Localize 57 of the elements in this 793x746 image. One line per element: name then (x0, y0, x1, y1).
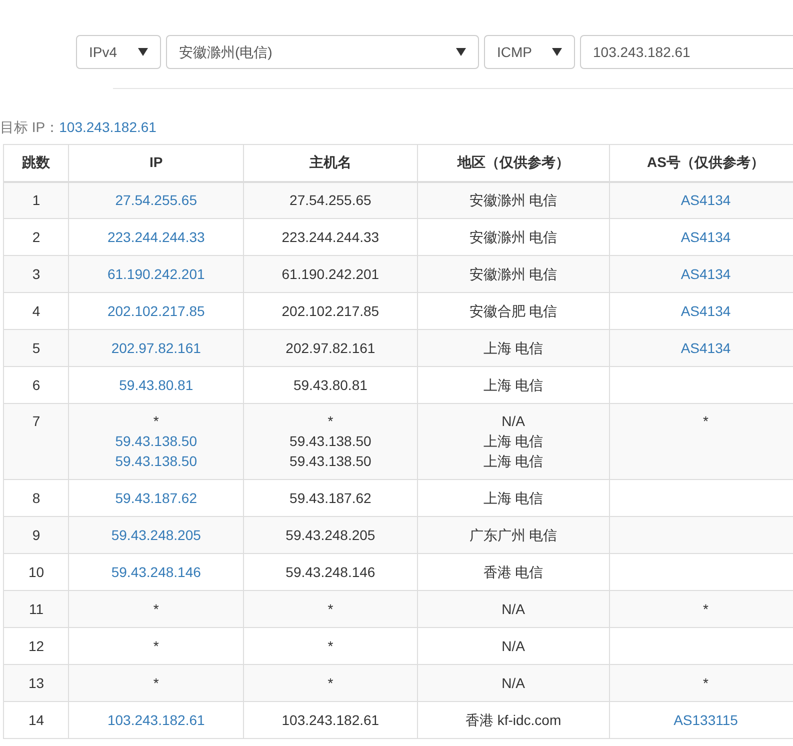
link[interactable]: AS4134 (680, 264, 731, 284)
cell-text: N/A (502, 412, 525, 431)
link[interactable]: AS4134 (680, 301, 731, 321)
dropdown-caret-icon (138, 48, 148, 56)
cell-text: 59.43.248.146 (286, 563, 376, 582)
ip-version-select[interactable]: IPv4 (76, 35, 161, 69)
dropdown-caret-icon (456, 48, 466, 56)
cell-text: 安徽滁州 电信 (469, 265, 558, 284)
cell-text: 上海 电信 (483, 339, 544, 358)
cell-text: * (328, 674, 334, 693)
cell-text: 香港 电信 (483, 563, 544, 582)
dropdown-caret-icon (552, 48, 562, 56)
cell-text: * (153, 412, 159, 431)
cell-text: 59.43.248.205 (286, 526, 376, 545)
link[interactable]: AS4134 (680, 227, 731, 247)
cell-text: 安徽滁州 电信 (469, 191, 558, 210)
cell-text: 上海 电信 (483, 452, 544, 471)
cell-text: 27.54.255.65 (290, 191, 372, 210)
cell-text: 59.43.138.50 (290, 432, 372, 451)
cell-text: * (703, 600, 708, 619)
cell-text: N/A (502, 637, 525, 656)
link[interactable]: AS133115 (674, 710, 738, 730)
cell-text: * (328, 412, 334, 431)
cell-text: 202.97.82.161 (286, 339, 376, 358)
cell-text: 安徽合肥 电信 (469, 302, 558, 321)
target-label: 目标 IP： (0, 118, 60, 136)
cell-text: * (328, 600, 334, 619)
cell-text: 上海 电信 (483, 376, 544, 395)
cell-text: 安徽滁州 电信 (469, 228, 558, 247)
cell-text: * (153, 637, 159, 656)
cell-text: 223.244.244.33 (282, 228, 380, 247)
cell-text: * (153, 674, 159, 693)
cell-text: N/A (502, 600, 525, 619)
link[interactable]: AS4134 (680, 190, 731, 210)
cell-text: 61.190.242.201 (282, 265, 380, 284)
cell-text: 59.43.187.62 (290, 489, 372, 508)
link[interactable]: AS4134 (680, 338, 731, 358)
protocol-select[interactable]: ICMP (484, 35, 575, 69)
cell-text: * (153, 600, 159, 619)
table-cell: 14 (4, 702, 69, 738)
link[interactable]: 59.43.138.50 (115, 431, 197, 451)
cell-text: * (703, 674, 708, 693)
cell-text: * (328, 637, 334, 656)
link[interactable]: 59.43.138.50 (115, 451, 197, 471)
target-input[interactable]: 103.243.182.61 (580, 35, 793, 69)
cell-text: 59.43.138.50 (290, 452, 372, 471)
cell-text: * (703, 412, 708, 431)
cell-text: N/A (502, 674, 525, 693)
cell-text: 59.43.80.81 (293, 376, 368, 395)
cell-text: 香港 kf-idc.com (465, 711, 562, 730)
cell-text: 上海 电信 (483, 432, 544, 451)
cell-text: 103.243.182.61 (282, 711, 380, 730)
cell-text: 广东广州 电信 (469, 526, 558, 545)
target-ip: 103.243.182.61 (59, 118, 156, 136)
node-select[interactable]: 安徽滁州(电信) (166, 35, 479, 69)
cell-text: 202.102.217.85 (282, 302, 380, 321)
cell-text: 上海 电信 (483, 489, 544, 508)
